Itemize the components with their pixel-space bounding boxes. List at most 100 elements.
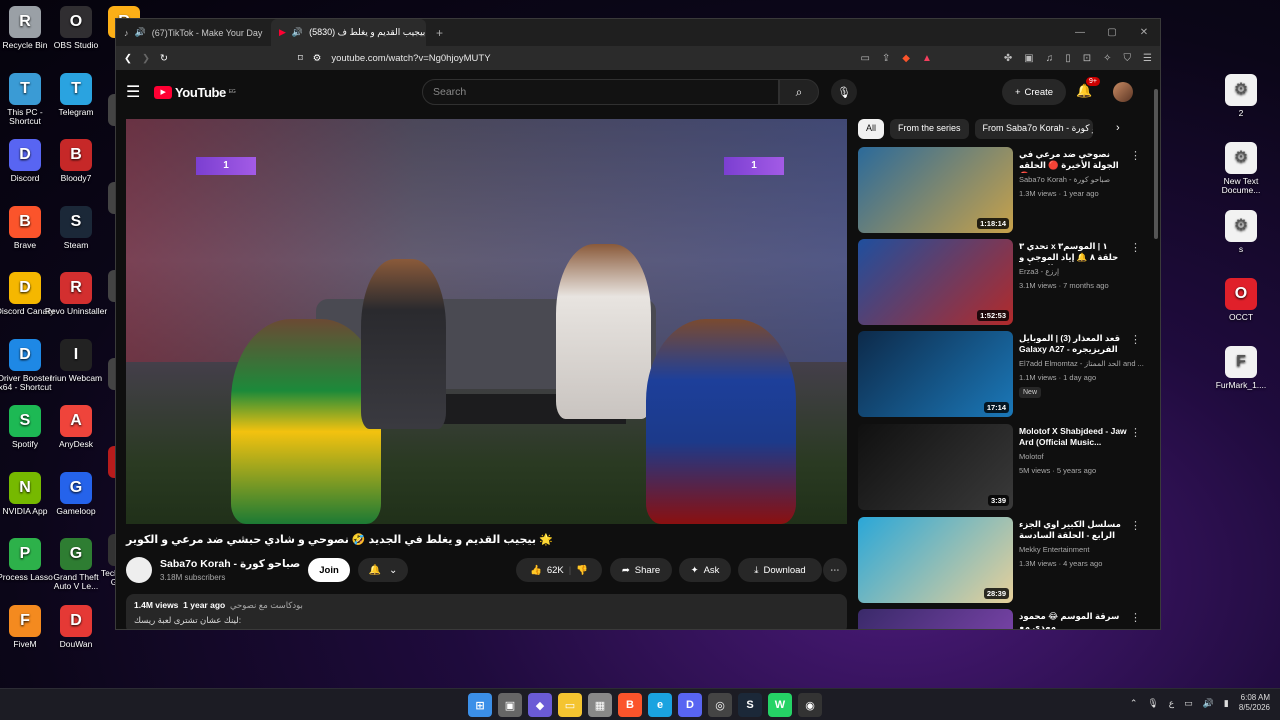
voice-search-button[interactable]: 🎙 <box>831 79 857 105</box>
share-icon[interactable]: ⇪ <box>882 53 890 64</box>
desktop-icon[interactable]: ⚙ s <box>1209 210 1273 254</box>
extensions-icon[interactable]: ✤ <box>1004 53 1012 64</box>
language-indicator[interactable]: ع <box>1169 698 1174 709</box>
video-thumbnail[interactable]: 17:14 <box>858 331 1013 417</box>
recommendation-channel[interactable]: Erza3 - إرزع <box>1019 267 1059 276</box>
more-vert-icon[interactable]: ⋮ <box>1130 611 1141 624</box>
chrome-icon[interactable]: ◎ <box>708 693 732 717</box>
more-vert-icon[interactable]: ⋮ <box>1130 149 1141 162</box>
chevron-right-icon[interactable]: › <box>1116 122 1120 134</box>
webcam-icon[interactable]: ◉ <box>798 693 822 717</box>
more-vert-icon[interactable]: ⋮ <box>1130 241 1141 254</box>
file-explorer-icon[interactable]: ▭ <box>558 693 582 717</box>
vpn-icon[interactable]: ⛉ <box>1124 53 1132 64</box>
desktop-icon[interactable]: A AnyDesk <box>44 405 108 449</box>
steam-icon[interactable]: S <box>738 693 762 717</box>
ask-button[interactable]: ✦ Ask <box>679 558 731 582</box>
battery-icon[interactable]: ▮ <box>1224 698 1229 709</box>
download-button[interactable]: ⤓ Download <box>738 558 822 582</box>
wallet-icon[interactable]: ▣ <box>1024 53 1033 64</box>
recommendation-channel[interactable]: Molotof <box>1019 452 1044 461</box>
recommendation-title[interactable]: سرقة الموسم 😂 محمود مهدي مع <box>1019 611 1129 629</box>
recommendation-item[interactable]: 1:52:53 تحدي ٣ x ١ | الموسم٣ حلقة ٨ 🔔 إيا… <box>858 239 1150 325</box>
desktop-icon[interactable]: B Bloody7 <box>44 139 108 183</box>
desktop-icon[interactable]: ⚙ 2 <box>1209 74 1273 118</box>
tab-tiktok[interactable]: ♪ 🔊 (67)TikTok - Make Your Day <box>116 19 271 46</box>
recommendation-item[interactable]: 1:18:14 نصوحي ضد مرعي في الجولة الأخيرة 🔴… <box>858 147 1150 233</box>
video-thumbnail[interactable]: 3:39 <box>858 424 1013 510</box>
video-player[interactable]: 1 1 <box>126 119 847 524</box>
tab-youtube[interactable]: ▶ 🔊 (5830) بيجيب القديم و يغلط ف ✕ <box>271 19 426 46</box>
discord-icon[interactable]: D <box>678 693 702 717</box>
recommendation-channel[interactable]: El7add Elmomtaz - الحد الممتاز and ... <box>1019 359 1144 368</box>
chip-all[interactable]: All <box>858 119 885 139</box>
recommendation-channel[interactable]: Saba7o Korah - صباحو كورة <box>1019 175 1110 184</box>
like-count[interactable]: 62K <box>547 565 564 576</box>
desktop-icon[interactable]: ⚙ New Text Docume... <box>1209 142 1273 196</box>
video-thumbnail[interactable]: 28:39 <box>858 517 1013 603</box>
create-button[interactable]: + Create <box>1002 79 1066 105</box>
recommendation-title[interactable]: تحدي ٣ x ١ | الموسم٣ حلقة ٨ 🔔 إياد الموج… <box>1019 241 1129 265</box>
subscribed-bell-button[interactable]: 🔔 ⌄ <box>358 558 408 582</box>
site-info-icon[interactable]: ⚙ <box>313 53 322 64</box>
notifications-button[interactable]: 🔔 9+ <box>1076 77 1100 99</box>
recommendation-title[interactable]: مسلسل الكبير اوي الجزء الرابع - الحلقة ا… <box>1019 519 1129 543</box>
description-box[interactable]: 1.4M views 1 year ago بودكاست مع نصوحي ل… <box>126 594 847 629</box>
recommendation-title[interactable]: قعد المعذار (3) | الموبايل Galaxy A27 - … <box>1019 333 1129 355</box>
desktop-icon[interactable]: F FurMark_1.... <box>1209 346 1273 390</box>
url-field[interactable]: youtube.com/watch?v=Ng0hjoyMUTY <box>331 53 490 64</box>
edge-icon[interactable]: e <box>648 693 672 717</box>
desktop-icon[interactable]: D DouWan <box>44 604 108 649</box>
search-button[interactable]: ⌕ <box>779 79 819 105</box>
share-button[interactable]: ➦ Share <box>610 558 672 582</box>
recommendation-item[interactable]: 17:14 قعد المعذار (3) | الموبايل Galaxy A… <box>858 331 1150 417</box>
page-scrollbar[interactable] <box>1154 89 1158 239</box>
brave-rewards-icon[interactable]: ▲ <box>922 53 932 64</box>
reload-icon[interactable]: ↻ <box>160 53 168 64</box>
channel-avatar[interactable] <box>126 557 152 583</box>
join-button[interactable]: Join <box>308 558 350 582</box>
chip-from-series[interactable]: From the series <box>890 119 969 139</box>
brave-shields-icon[interactable]: ◆ <box>902 53 910 64</box>
screenshot-icon[interactable]: ⊡ <box>1083 53 1091 64</box>
windows-start-icon[interactable]: ⊞ <box>468 693 492 717</box>
leo-icon[interactable]: ✧ <box>1103 53 1111 64</box>
video-thumbnail[interactable] <box>858 609 1013 629</box>
volume-icon[interactable]: 🔊 <box>1203 698 1214 709</box>
close-window-button[interactable]: ✕ <box>1128 19 1160 46</box>
channel-name[interactable]: Saba7o Korah - صباحو كورة <box>160 558 300 570</box>
guide-menu-icon[interactable]: ☰ <box>126 82 154 102</box>
recommendation-channel[interactable]: Mekky Entertainment <box>1019 545 1089 554</box>
bookmark-icon[interactable]: ⌑ <box>298 53 303 64</box>
recommendation-item[interactable]: سرقة الموسم 😂 محمود مهدي مع ⋮ <box>858 609 1150 629</box>
media-icon[interactable]: ♫ <box>1046 53 1054 64</box>
microsoft-store-icon[interactable]: ▦ <box>588 693 612 717</box>
new-tab-button[interactable]: + <box>426 26 453 40</box>
whatsapp-icon[interactable]: W <box>768 693 792 717</box>
minimize-button[interactable]: — <box>1064 19 1096 46</box>
task-view-icon[interactable]: ▣ <box>498 693 522 717</box>
cast-icon[interactable]: ▭ <box>860 53 869 64</box>
recommendation-item[interactable]: 28:39 مسلسل الكبير اوي الجزء الرابع - الح… <box>858 517 1150 603</box>
back-icon[interactable]: ❮ <box>124 53 132 64</box>
chevron-up-icon[interactable]: ⌃ <box>1130 698 1138 709</box>
mic-icon[interactable]: 🎙 <box>1147 698 1158 709</box>
desktop-icon[interactable]: O OCCT <box>1209 278 1273 322</box>
chip-from-channel[interactable]: From Saba7o Korah - صباحو كورة <box>974 119 1093 139</box>
youtube-logo[interactable]: ▶ YouTube EG <box>154 85 236 100</box>
more-actions-button[interactable]: ⋯ <box>823 558 847 582</box>
maximize-button[interactable]: ▢ <box>1096 19 1128 46</box>
video-thumbnail[interactable]: 1:18:14 <box>858 147 1013 233</box>
search-input[interactable]: Search <box>422 79 779 105</box>
video-thumbnail[interactable]: 1:52:53 <box>858 239 1013 325</box>
menu-icon[interactable]: ☰ <box>1143 53 1152 64</box>
recommendation-title[interactable]: Molotof X Shabjdeed - Jaw Ard (Official … <box>1019 426 1129 448</box>
brave-icon[interactable]: B <box>618 693 642 717</box>
sidebar-icon[interactable]: ▯ <box>1065 53 1071 64</box>
recommendation-item[interactable]: 3:39 Molotof X Shabjdeed - Jaw Ard (Offic… <box>858 424 1150 510</box>
clock[interactable]: 6:08 AM 8/5/2026 <box>1239 693 1270 714</box>
like-icon[interactable]: 👍 <box>530 565 542 576</box>
forward-icon[interactable]: ❯ <box>142 53 150 64</box>
dislike-icon[interactable]: 👎 <box>576 565 588 576</box>
avatar[interactable] <box>1113 82 1133 102</box>
